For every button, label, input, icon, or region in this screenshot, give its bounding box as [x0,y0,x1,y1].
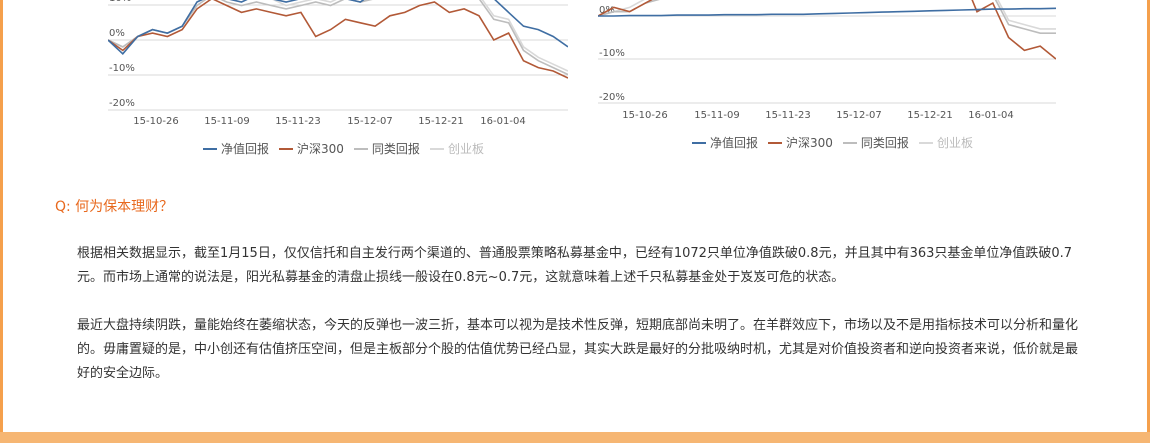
legend-item: 沪深300 [768,134,833,151]
legend-label: 同类回报 [860,136,909,150]
series-line-nav [598,7,1056,17]
chart-right-plot: 0%-10%-20%15-10-26 15-11-09 15-11-23 15-12-… [598,0,1056,121]
series-line-peer [598,0,1056,35]
y-tick-label: -20% [109,98,135,109]
footer-bar [0,432,1150,443]
legend-item: 创业板 [918,134,973,151]
x-tick-label: 15-11-09 [694,110,739,121]
y-tick-label: -20% [599,92,625,103]
chart-right-legend: 净值回报 沪深300 同类回报 创业板 [692,134,973,151]
chart-left-legend: 净值回报 沪深300 同类回报 创业板 [203,140,484,157]
x-tick-label: 15-12-07 [836,110,881,121]
legend-swatch [353,147,368,150]
paragraph-1: 根据相关数据显示，截至1月15日，仅仅信托和自主发行两个渠道的、普通股票策略私募… [77,246,1073,285]
legend-label: 创业板 [936,136,973,150]
series-line-hs300 [108,0,568,79]
y-tick-label: 0% [109,28,125,39]
legend-item: 净值回报 [203,140,269,157]
chart-left-plot: 10% 0% -10% -20% 15-10-26 15-11-09 15-11-23 15-… [108,0,568,127]
x-tick-label: 15-12-21 [907,110,952,121]
legend-item: 净值回报 [692,134,758,151]
legend-swatch [692,141,706,144]
y-tick-label: 10% [109,0,131,4]
legend-item: 同类回报 [353,140,420,157]
x-tick-label: 15-11-23 [275,116,320,127]
legend-label: 沪深300 [297,142,344,156]
legend-swatch [768,141,783,144]
y-tick-label: -10% [599,48,625,59]
legend-label: 净值回报 [221,142,270,156]
x-tick-label: 15-12-21 [418,116,463,127]
legend-swatch [842,141,857,144]
legend-swatch [279,147,294,150]
chart-right: 0% -10% -20% 15-10-26 15-11-09 15-11-23 15-12-… [590,0,1060,130]
legend-swatch [429,147,444,150]
x-tick-label: 15-10-26 [622,110,667,121]
series-line-chinext [108,0,568,72]
x-tick-label: 16-01-04 [968,110,1013,121]
paragraph-2: 最近大盘持续阴跌，量能始终在萎缩状态，今天的反弹也一波三折，基本可以视为是技术性… [77,318,1079,381]
x-tick-label: 15-12-07 [347,116,392,127]
question-heading: Q: 何为保本理财？ [55,199,174,215]
legend-label: 净值回报 [710,136,759,150]
left-frame-border [0,0,3,443]
x-tick-label: 15-11-09 [204,116,249,127]
chart-left: 10% 0% -10% -20% 15-10-26 15-11-09 15-11-23 15-… [100,0,570,135]
series-line-nav [108,0,568,55]
y-tick-label: -10% [109,63,135,74]
legend-item: 同类回报 [842,134,909,151]
legend-swatch [203,147,217,150]
legend-label: 同类回报 [371,142,420,156]
x-tick-label: 15-10-26 [133,116,178,127]
legend-item: 创业板 [429,140,484,157]
x-tick-label: 15-11-23 [765,110,810,121]
series-line-chinext [598,0,1056,30]
legend-swatch [918,141,933,144]
x-tick-label: 16-01-04 [480,116,525,127]
legend-item: 沪深300 [279,140,344,157]
legend-label: 创业板 [447,142,484,156]
legend-label: 沪深300 [786,136,833,150]
